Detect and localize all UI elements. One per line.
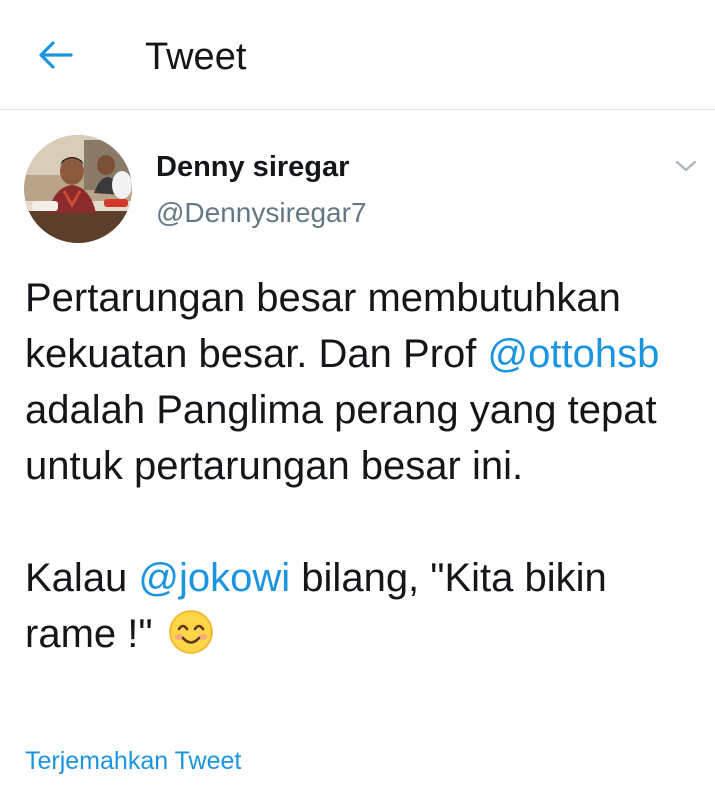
avatar-photo [24,135,132,243]
back-button[interactable] [30,33,80,77]
tweet-text-segment: adalah Panglima perang yang tepat untuk … [25,388,657,488]
mention-link-jokowi[interactable]: @jokowi [138,556,290,600]
arrow-left-icon [39,41,73,69]
tweet-text-segment: Kalau [25,556,139,600]
smiling-face-emoji-icon [168,610,213,654]
chevron-down-icon [675,160,697,172]
tweet-paragraph-1: Pertarungan besar membutuhkan kekuatan b… [25,270,695,494]
avatar[interactable] [24,135,132,243]
mention-link-ottohsb[interactable]: @ottohsb [488,332,660,376]
top-app-bar: Tweet [0,0,715,110]
tweet-paragraph-2: Kalau @jokowi bilang, "Kita bikin rame !… [25,550,695,662]
tweet-text: Pertarungan besar membutuhkan kekuatan b… [25,270,695,662]
page-title: Tweet [145,36,247,78]
author-handle[interactable]: @Dennysiregar7 [156,196,367,230]
tweet-menu-button[interactable] [668,151,704,181]
translate-tweet-link[interactable]: Terjemahkan Tweet [25,745,241,777]
author-display-name[interactable]: Denny siregar [156,150,349,184]
